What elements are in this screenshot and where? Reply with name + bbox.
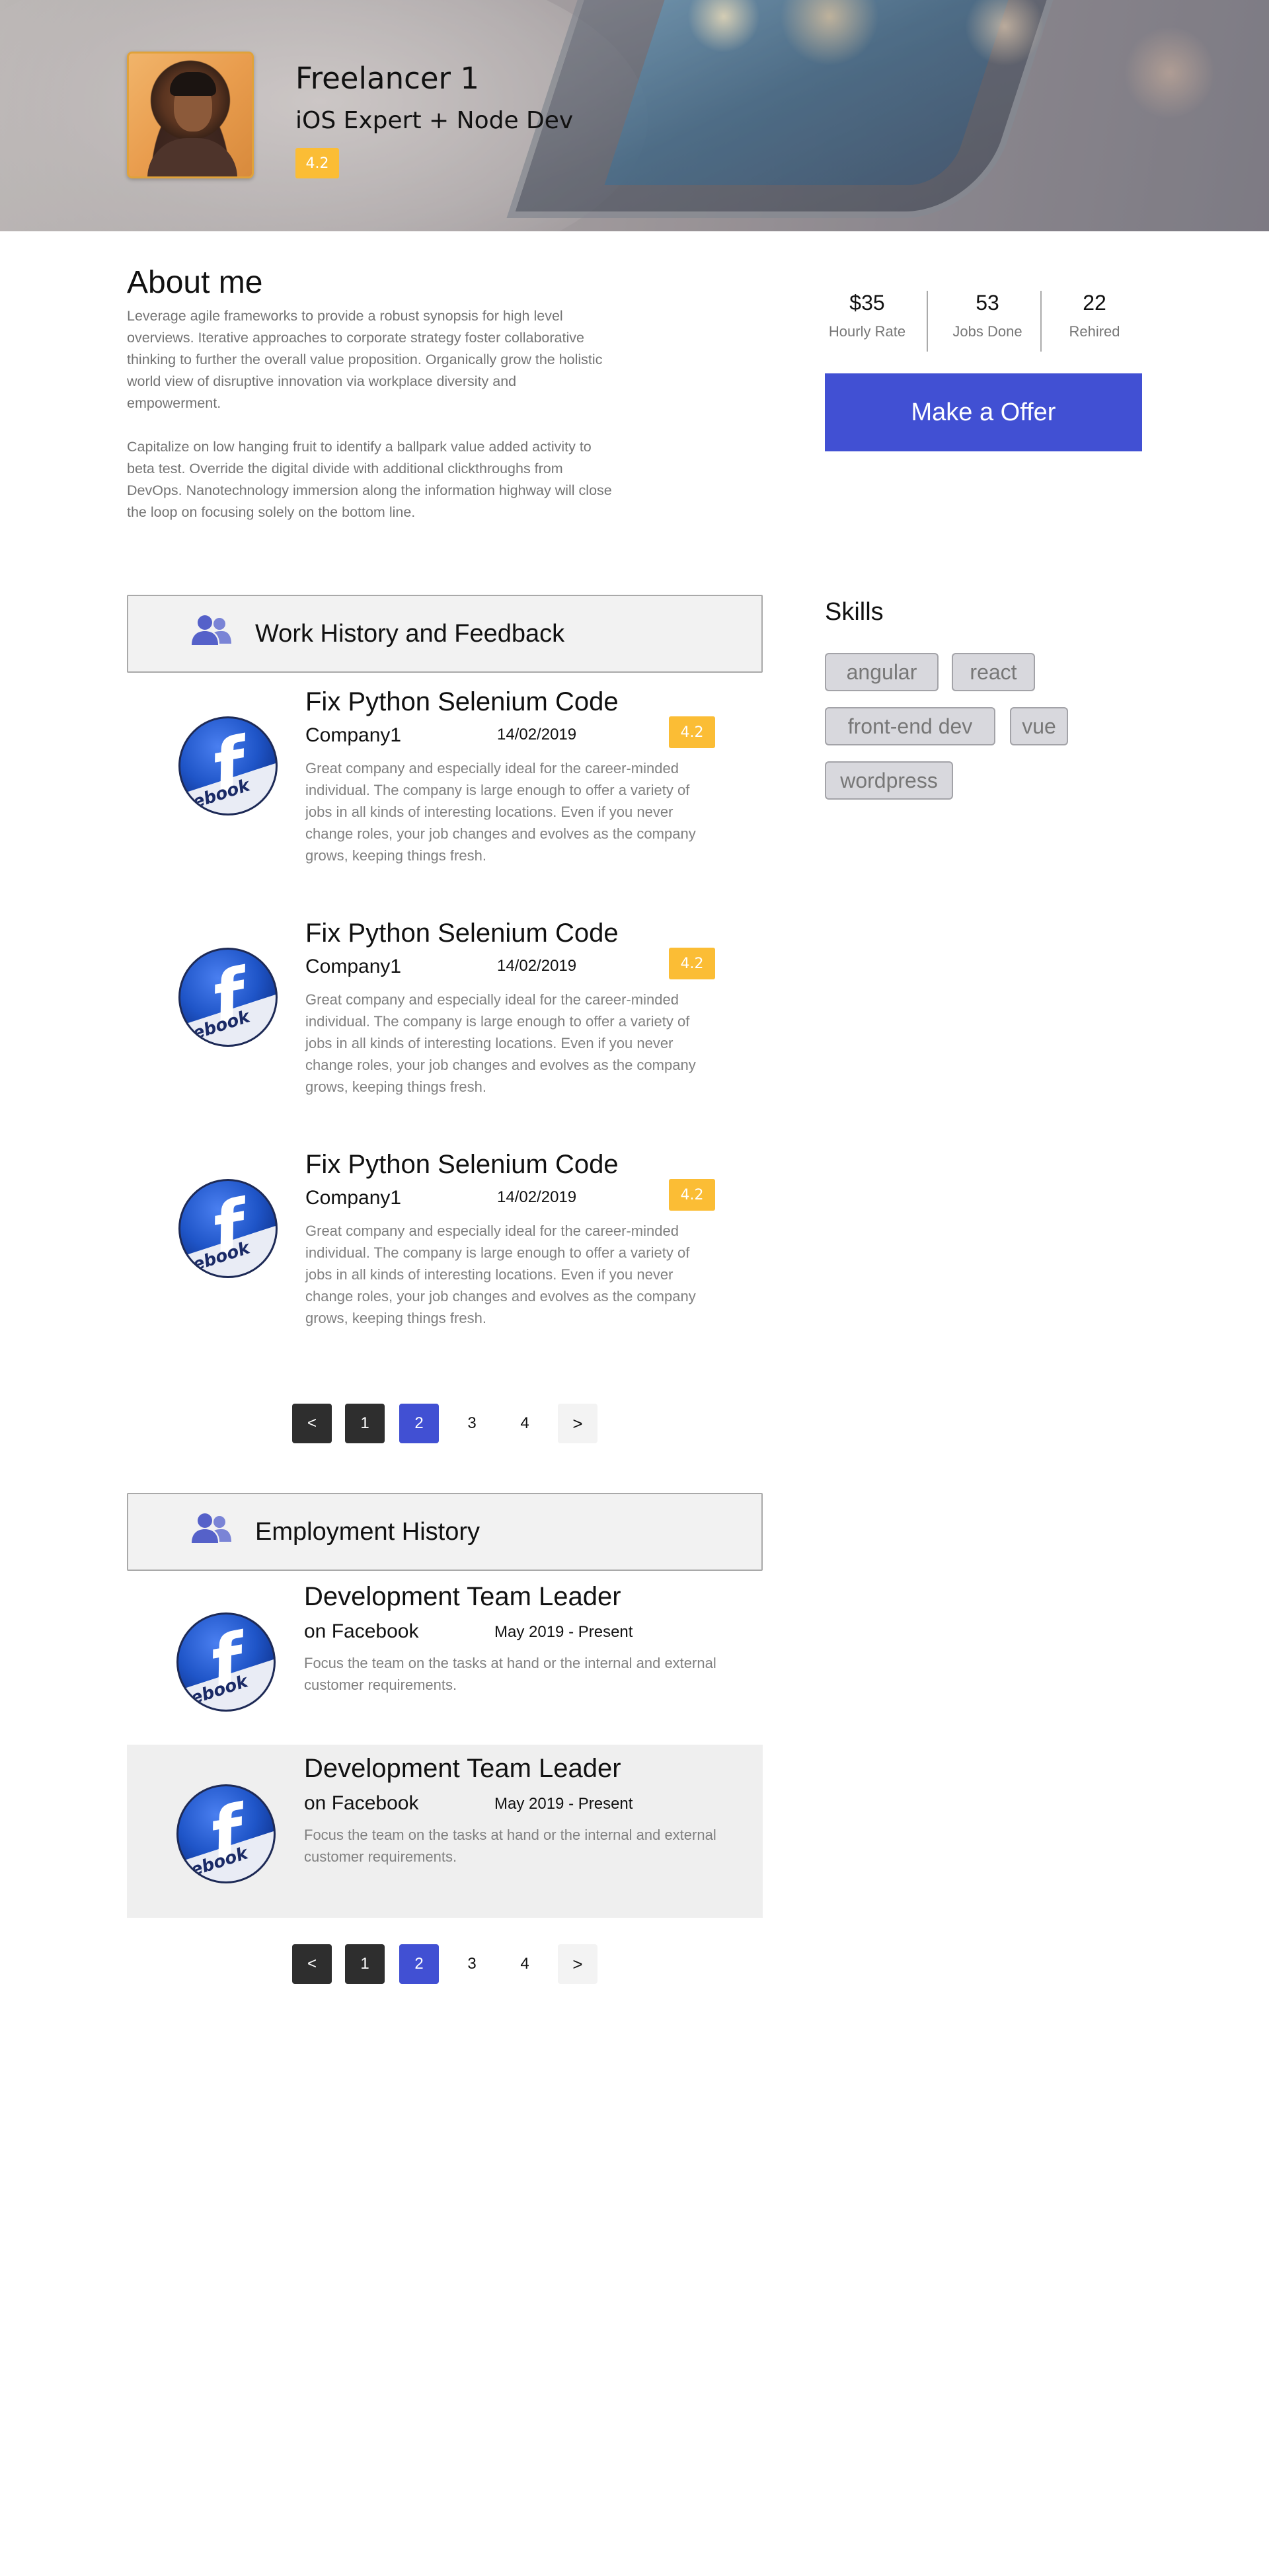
employment-period: May 2019 - Present — [494, 1795, 633, 1813]
work-history-header: Work History and Feedback — [127, 595, 763, 673]
feedback-rating-badge: 4.2 — [669, 716, 715, 748]
skill-tag[interactable]: wordpress — [825, 761, 953, 800]
job-title[interactable]: Fix Python Selenium Code — [305, 1150, 619, 1180]
feedback-rating-badge: 4.2 — [669, 1179, 715, 1211]
employment-role: Development Team Leader — [304, 1582, 621, 1611]
company-logo: f cebook — [178, 716, 278, 815]
employment-role: Development Team Leader — [304, 1754, 621, 1783]
stat-jobs-done: 53 Jobs Done — [933, 291, 1042, 340]
pagination-page-button-active[interactable]: 2 — [399, 1404, 439, 1443]
about-paragraph: Leverage agile frameworks to provide a r… — [127, 308, 603, 411]
stat-label: Hourly Rate — [828, 323, 906, 340]
feedback-text: Great company and especially ideal for t… — [305, 1223, 696, 1326]
company-logo: f cebook — [176, 1612, 276, 1712]
pagination-page-button[interactable]: 1 — [345, 1404, 385, 1443]
pagination-page-button[interactable]: 3 — [452, 1404, 492, 1443]
stat-value: 22 — [1083, 291, 1106, 315]
pagination-next-button[interactable]: > — [558, 1404, 597, 1443]
make-offer-button[interactable]: Make a Offer — [825, 373, 1142, 451]
profile-title: iOS Expert + Node Dev — [295, 107, 574, 134]
employment-history-header: Employment History — [127, 1493, 763, 1571]
feedback-item: f cebook Fix Python Selenium Code Compan… — [127, 1147, 763, 1365]
stat-label: Jobs Done — [952, 323, 1022, 340]
pagination-page-button-active[interactable]: 2 — [399, 1944, 439, 1984]
skill-tag[interactable]: vue — [1010, 707, 1068, 745]
stat-value: 53 — [976, 291, 999, 315]
section-title: Work History and Feedback — [255, 620, 565, 648]
users-icon — [192, 615, 231, 645]
job-title[interactable]: Fix Python Selenium Code — [305, 919, 619, 948]
stat-hourly-rate: $35 Hourly Rate — [813, 291, 921, 340]
feedback-item: f cebook Fix Python Selenium Code Compan… — [127, 916, 763, 1134]
pagination-prev-button[interactable]: < — [292, 1404, 332, 1443]
feedback-date: 14/02/2019 — [497, 957, 577, 975]
employment-item: f cebook Development Team Leader on Face… — [127, 1745, 763, 1918]
stat-value: $35 — [849, 291, 885, 315]
stat-label: Rehired — [1069, 323, 1120, 340]
section-title: Employment History — [255, 1518, 480, 1546]
feedback-rating-badge: 4.2 — [669, 948, 715, 979]
company-name: Company1 — [305, 724, 402, 746]
pagination-page-button[interactable]: 4 — [505, 1944, 545, 1984]
stat-divider — [927, 291, 928, 352]
skill-tag[interactable]: react — [952, 653, 1035, 691]
pagination-page-button[interactable]: 3 — [452, 1944, 492, 1984]
employment-item: f cebook Development Team Leader on Face… — [127, 1573, 763, 1746]
skills-heading: Skills — [825, 598, 884, 626]
feedback-item: f cebook Fix Python Selenium Code Compan… — [127, 685, 763, 903]
stat-rehired: 22 Rehired — [1040, 291, 1149, 340]
employment-period: May 2019 - Present — [494, 1623, 633, 1641]
employment-org: on Facebook — [304, 1620, 419, 1642]
profile-name: Freelancer 1 — [295, 61, 479, 96]
pagination-page-button[interactable]: 4 — [505, 1404, 545, 1443]
about-paragraph: Capitalize on low hanging fruit to ident… — [127, 439, 612, 520]
skill-tag[interactable]: front-end dev — [825, 707, 995, 745]
skill-tag[interactable]: angular — [825, 653, 939, 691]
avatar — [127, 52, 254, 178]
employment-text: Focus the team on the tasks at hand or t… — [304, 1655, 716, 1693]
company-name: Company1 — [305, 1187, 402, 1209]
users-icon — [192, 1513, 231, 1543]
feedback-date: 14/02/2019 — [497, 726, 577, 743]
job-title[interactable]: Fix Python Selenium Code — [305, 687, 619, 717]
company-name: Company1 — [305, 956, 402, 977]
about-heading: About me — [127, 265, 263, 300]
pagination-next-button[interactable]: > — [558, 1944, 597, 1984]
company-logo: f cebook — [176, 1784, 276, 1883]
company-logo: f cebook — [178, 948, 278, 1047]
feedback-date: 14/02/2019 — [497, 1188, 577, 1206]
feedback-text: Great company and especially ideal for t… — [305, 991, 696, 1095]
profile-rating-badge: 4.2 — [295, 148, 339, 178]
pagination-page-button[interactable]: 1 — [345, 1944, 385, 1984]
employment-text: Focus the team on the tasks at hand or t… — [304, 1827, 716, 1865]
company-logo: f cebook — [178, 1179, 278, 1278]
pagination-prev-button[interactable]: < — [292, 1944, 332, 1984]
profile-header: Freelancer 1 iOS Expert + Node Dev 4.2 — [0, 0, 1269, 231]
employment-org: on Facebook — [304, 1792, 419, 1814]
feedback-text: Great company and especially ideal for t… — [305, 760, 696, 864]
